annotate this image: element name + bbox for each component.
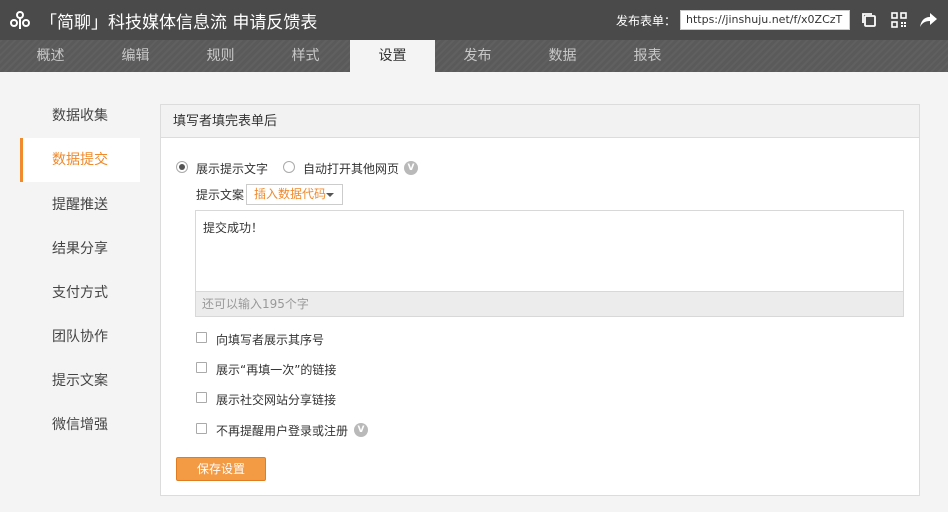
sidebar-item-payment[interactable]: 支付方式 <box>20 271 140 315</box>
vip-badge-icon: V <box>354 423 368 437</box>
publish-area: 发布表单： https://jinshuju.net/f/x0ZCzT <box>616 0 940 40</box>
tab-data[interactable]: 数据 <box>520 40 605 72</box>
panel-title: 填写者填完表单后 <box>161 105 919 138</box>
message-textarea[interactable]: 提交成功！ <box>195 210 904 292</box>
tab-style[interactable]: 样式 <box>263 40 348 72</box>
form-title: 「简聊」科技媒体信息流 申请反馈表 <box>40 12 318 33</box>
tab-publish[interactable]: 发布 <box>435 40 520 72</box>
qrcode-icon[interactable] <box>888 9 910 31</box>
publish-label: 发布表单： <box>615 13 676 28</box>
checkbox-show-refill[interactable] <box>196 362 207 373</box>
sidebar-item-wechat[interactable]: 微信增强 <box>20 403 140 447</box>
insert-data-code-label: 插入数据代码 <box>254 187 327 201</box>
radio-show-text-label: 展示提示文字 <box>196 162 269 176</box>
tab-overview[interactable]: 概述 <box>8 40 93 72</box>
radio-show-text[interactable] <box>176 161 188 173</box>
logo-icon[interactable] <box>0 0 40 40</box>
chevron-down-icon <box>326 193 334 197</box>
checkbox-no-login-prompt-label: 不再提醒用户登录或注册 <box>216 424 349 438</box>
checkbox-no-login-prompt[interactable] <box>196 423 207 434</box>
radio-open-page[interactable] <box>283 161 295 173</box>
vip-badge-icon: V <box>404 161 418 175</box>
checkbox-show-refill-label: 展示“再填一次”的链接 <box>216 363 337 377</box>
tab-settings[interactable]: 设置 <box>350 40 435 72</box>
checkbox-show-serial[interactable] <box>196 332 207 343</box>
radio-open-page-label: 自动打开其他网页 <box>303 162 400 176</box>
tab-reports[interactable]: 报表 <box>605 40 690 72</box>
char-count: 还可以输入195个字 <box>195 292 904 317</box>
checkbox-show-social[interactable] <box>196 392 207 403</box>
checkbox-show-social-label: 展示社交网站分享链接 <box>216 393 337 407</box>
tab-edit[interactable]: 编辑 <box>93 40 178 72</box>
insert-data-code-button[interactable]: 插入数据代码 <box>246 184 343 205</box>
share-icon[interactable] <box>918 9 940 31</box>
publish-url-field[interactable]: https://jinshuju.net/f/x0ZCzT <box>680 10 850 30</box>
sidebar-item-data-collection[interactable]: 数据收集 <box>20 94 140 138</box>
sidebar-item-data-submit[interactable]: 数据提交 <box>20 138 140 182</box>
checkbox-show-serial-label: 向填写者展示其序号 <box>216 333 325 347</box>
sidebar-item-result-share[interactable]: 结果分享 <box>20 227 140 271</box>
sidebar-item-tip-text[interactable]: 提示文案 <box>20 359 140 403</box>
top-bar: 「简聊」科技媒体信息流 申请反馈表 发布表单： https://jinshuju… <box>0 0 948 40</box>
save-settings-button[interactable]: 保存设置 <box>176 457 266 481</box>
sidebar-item-reminder-push[interactable]: 提醒推送 <box>20 183 140 227</box>
tab-rules[interactable]: 规则 <box>178 40 263 72</box>
copy-icon[interactable] <box>858 9 880 31</box>
sidebar-item-team[interactable]: 团队协作 <box>20 315 140 359</box>
nav-bar: 概述 编辑 规则 样式 设置 发布 数据 报表 <box>0 40 948 72</box>
tip-text-label: 提示文案 <box>196 188 245 202</box>
